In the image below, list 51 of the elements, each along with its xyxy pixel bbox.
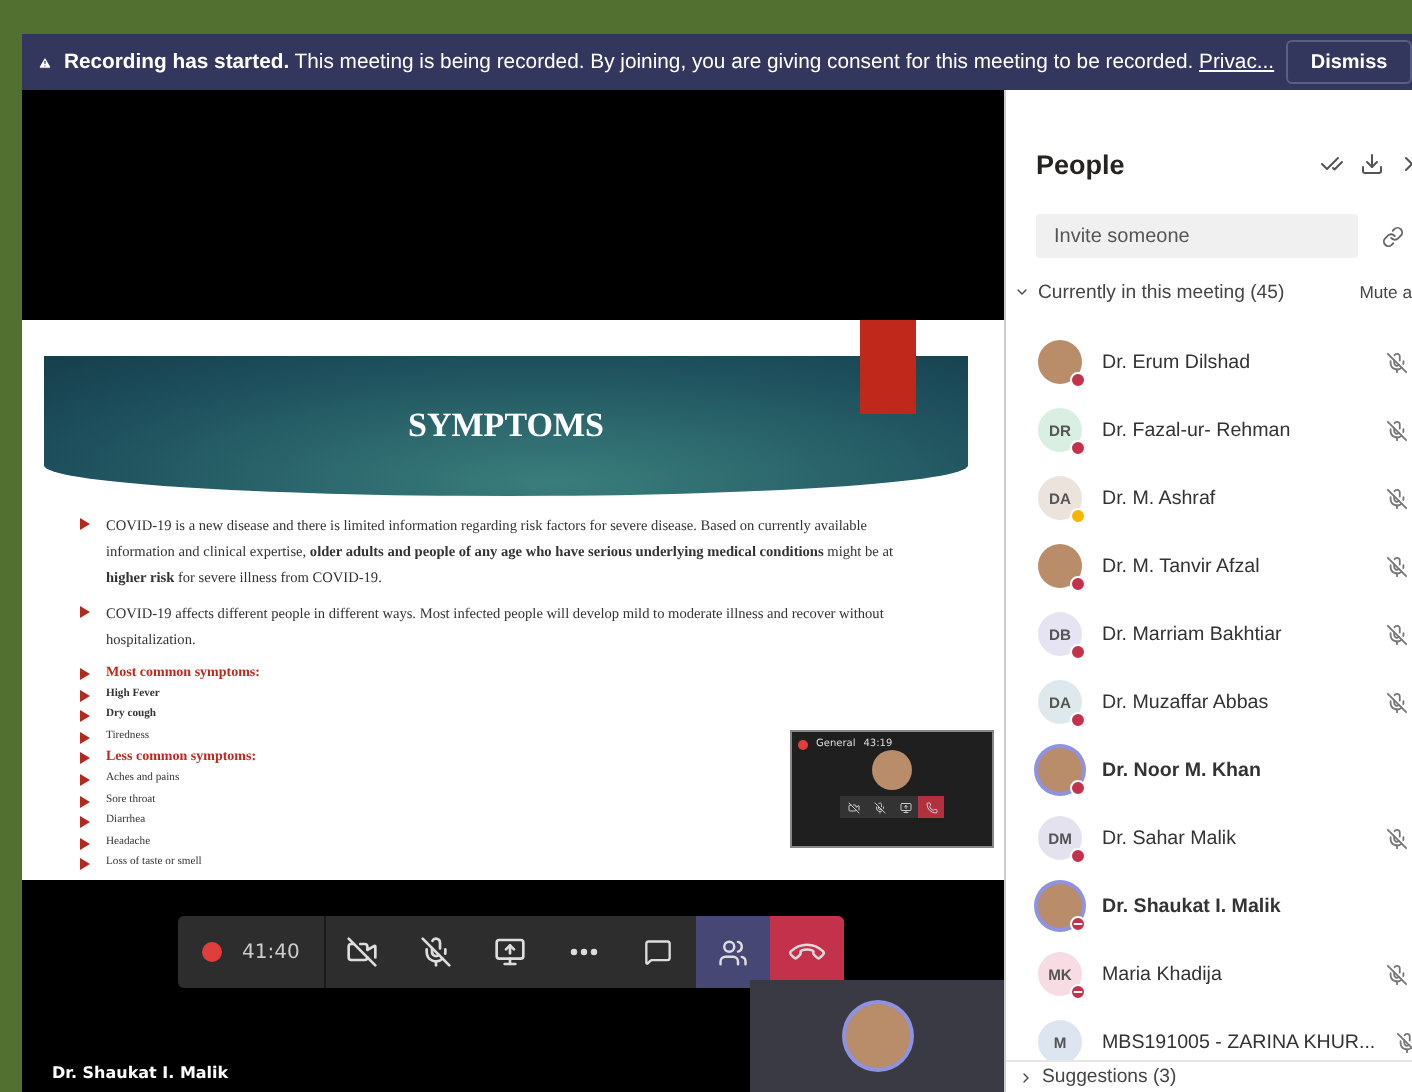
download-icon[interactable] bbox=[1360, 152, 1384, 176]
avatar-placeholder bbox=[845, 1004, 909, 1068]
participant-row[interactable]: Dr. Shaukat I. Malik bbox=[1006, 872, 1412, 940]
invite-field[interactable]: Invite someone bbox=[1036, 214, 1358, 258]
section-toggle[interactable]: Currently in this meeting (45) bbox=[1014, 281, 1285, 303]
avatar-placeholder bbox=[872, 750, 912, 790]
recording-notice: Recording has started. This meeting is being recorded. By joining, you are giving consent for this meeting to be recorded. Privac... bbox=[63, 51, 1275, 73]
link-icon[interactable] bbox=[1382, 225, 1404, 247]
video-off-icon bbox=[847, 801, 859, 813]
panel-title: People bbox=[1036, 149, 1125, 179]
people-button[interactable] bbox=[695, 916, 770, 988]
chat-icon bbox=[644, 938, 673, 966]
privacy-link[interactable]: Privac... bbox=[1199, 51, 1275, 73]
people-icon bbox=[717, 937, 748, 967]
dismiss-button[interactable]: Dismiss bbox=[1286, 40, 1412, 84]
participant-row[interactable]: Dr. Erum Dilshad bbox=[1006, 328, 1412, 396]
more-icon bbox=[570, 948, 599, 956]
bullet-arrow-icon bbox=[80, 606, 90, 618]
mute-all-link[interactable]: Mute a bbox=[1359, 282, 1412, 302]
recording-dot-icon bbox=[798, 739, 808, 749]
mini-camera-button[interactable] bbox=[840, 796, 866, 818]
participant-name: Dr. Sahar Malik bbox=[1102, 827, 1236, 849]
mini-share-button[interactable] bbox=[892, 796, 918, 818]
caret-icon bbox=[1014, 284, 1030, 300]
mic-off-icon bbox=[873, 801, 885, 813]
participant-name: Dr. Fazal-ur- Rehman bbox=[1102, 419, 1291, 441]
participant-name: Dr. Erum Dilshad bbox=[1102, 351, 1251, 373]
warning-icon bbox=[38, 51, 52, 73]
hang-up-icon bbox=[925, 801, 937, 813]
mic-off-icon bbox=[420, 936, 453, 968]
participant-name: Maria Khadija bbox=[1102, 963, 1222, 985]
participant-name-label: Dr. Shaukat I. Malik bbox=[52, 1064, 229, 1082]
participant-row[interactable]: Dr. Noor M. Khan bbox=[1006, 736, 1412, 804]
recording-dot-icon bbox=[202, 942, 222, 962]
participant-name: Dr. Muzaffar Abbas bbox=[1102, 691, 1269, 713]
participant-name: Dr. Shaukat I. Malik bbox=[1102, 895, 1281, 917]
video-off-icon bbox=[346, 936, 379, 968]
participant-name: MBS191005 - ZARINA KHUR... bbox=[1102, 1031, 1376, 1053]
share-screen-icon bbox=[899, 801, 911, 813]
caret-icon bbox=[1018, 1069, 1034, 1085]
participant-name: Dr. Noor M. Khan bbox=[1102, 759, 1261, 781]
bullet-arrow-icon bbox=[80, 518, 90, 530]
call-timer: 41:40 bbox=[242, 941, 300, 963]
participant-name: Dr. M. Ashraf bbox=[1102, 487, 1216, 509]
slide-title: SYMPTOMS bbox=[44, 356, 968, 496]
participant-name: Dr. M. Tanvir Afzal bbox=[1102, 555, 1260, 577]
suggestions-toggle[interactable]: Suggestions (3) bbox=[1006, 1060, 1412, 1092]
share-screen-icon bbox=[494, 936, 527, 968]
participant-name: Dr. Marriam Bakhtiar bbox=[1102, 623, 1282, 645]
participant-row[interactable]: Dr. M. Tanvir Afzal bbox=[1006, 532, 1412, 600]
check-icon[interactable] bbox=[1320, 152, 1344, 176]
